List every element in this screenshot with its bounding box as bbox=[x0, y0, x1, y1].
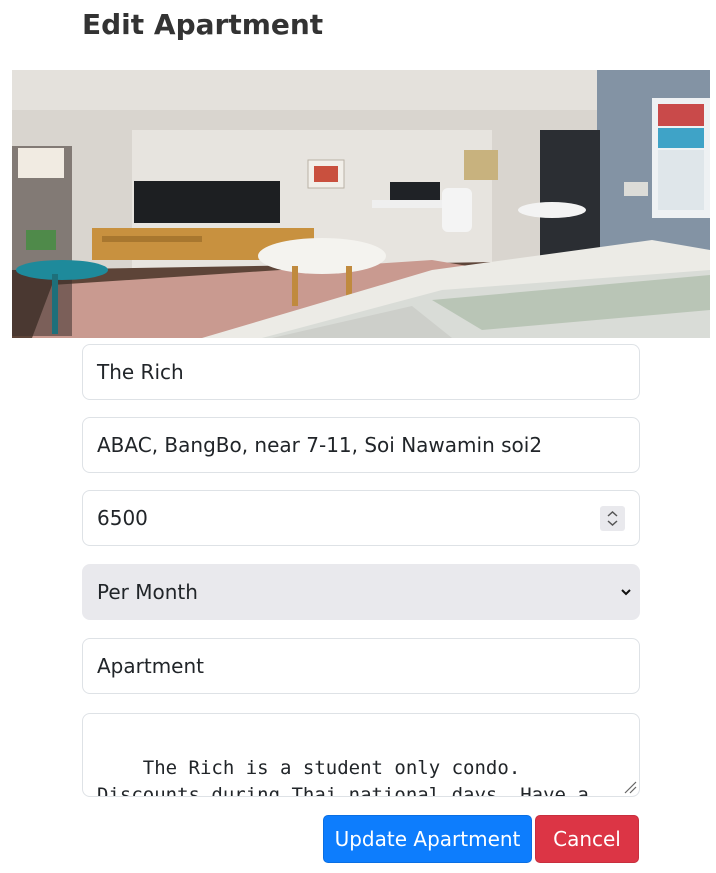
page-title: Edit Apartment bbox=[82, 8, 324, 41]
chevron-down-icon bbox=[621, 589, 631, 596]
address-input[interactable]: ABAC, BangBo, near 7-11, Soi Nawamin soi… bbox=[82, 417, 640, 473]
number-stepper-icon[interactable] bbox=[600, 506, 625, 531]
price-input[interactable]: 6500 bbox=[82, 490, 640, 546]
description-value: The Rich is a student only condo. Discou… bbox=[97, 757, 589, 797]
rent-period-value: Per Month bbox=[97, 580, 198, 604]
apartment-name-value: The Rich bbox=[97, 360, 184, 384]
apartment-photo bbox=[12, 70, 710, 338]
apartment-name-input[interactable]: The Rich bbox=[82, 344, 640, 400]
property-type-value: Apartment bbox=[97, 654, 205, 678]
price-value: 6500 bbox=[97, 506, 148, 530]
update-apartment-button[interactable]: Update Apartment bbox=[323, 815, 532, 863]
rent-period-select[interactable]: Per Month bbox=[82, 564, 640, 620]
resize-grip-icon[interactable] bbox=[621, 778, 637, 794]
property-type-input[interactable]: Apartment bbox=[82, 638, 640, 694]
cancel-button[interactable]: Cancel bbox=[535, 815, 639, 863]
description-textarea[interactable]: The Rich is a student only condo. Discou… bbox=[82, 713, 640, 797]
address-value: ABAC, BangBo, near 7-11, Soi Nawamin soi… bbox=[97, 433, 543, 457]
edit-apartment-page: Edit Apartment The Rich ABAC, BangBo, ne… bbox=[0, 0, 716, 873]
